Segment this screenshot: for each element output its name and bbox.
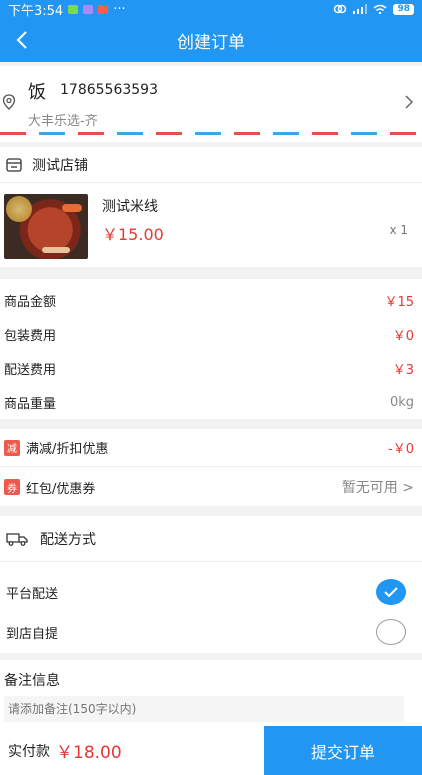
fee-label: 包装费用 xyxy=(4,328,57,344)
link-icon xyxy=(334,4,347,14)
fee-label: 商品重量 xyxy=(4,396,57,412)
more-notifications-icon: ··· xyxy=(113,1,126,17)
fee-label: 商品金额 xyxy=(4,294,57,310)
coupon-row[interactable]: 券 红包/优惠券 暂无可用 > xyxy=(0,468,422,506)
delivery-truck-icon xyxy=(6,532,28,546)
fee-label: 配送费用 xyxy=(4,362,57,378)
fee-row-packaging: 包装费用 ￥0 xyxy=(0,319,422,349)
recipient-name: 饭 xyxy=(28,82,46,103)
promo-label: 满减/折扣优惠 xyxy=(26,442,109,457)
coupon-label: 红包/优惠券 xyxy=(26,481,96,497)
checkout-bar: 实付款 ￥18.00 提交订单 xyxy=(0,726,422,775)
coupon-value: 暂无可用 > xyxy=(341,480,414,496)
fee-summary: 商品金额 ￥15 包装费用 ￥0 配送费用 ￥3 商品重量 0kg xyxy=(0,279,422,419)
shop-icon xyxy=(6,157,22,172)
total-label: 实付款 xyxy=(8,743,50,760)
fee-value: ￥15 xyxy=(384,294,414,310)
remark-label: 备注信息 xyxy=(4,673,60,689)
address-detail: 大丰乐选-齐 xyxy=(28,114,98,129)
mail-notification-icon xyxy=(98,4,109,14)
delivery-option-pickup[interactable]: 到店自提 xyxy=(0,612,422,652)
page-title: 创建订单 xyxy=(177,32,245,53)
remark-input[interactable] xyxy=(4,696,404,722)
signal-icon xyxy=(353,4,368,14)
option-label: 平台配送 xyxy=(6,586,59,602)
battery-level: 98 xyxy=(393,3,414,15)
total-amount: ￥18.00 xyxy=(56,743,122,763)
back-button[interactable] xyxy=(6,24,38,56)
address-envelope-stripe xyxy=(0,132,422,135)
nav-bar: 创建订单 xyxy=(0,18,422,62)
checkmark-icon xyxy=(384,587,398,597)
fee-row-goods: 商品金额 ￥15 xyxy=(0,285,422,315)
wifi-icon xyxy=(373,4,387,14)
shop-header: 测试店铺 xyxy=(0,147,422,183)
product-name: 测试米线 xyxy=(102,199,158,215)
delivery-title: 配送方式 xyxy=(40,531,96,548)
fee-row-delivery: 配送费用 ￥3 xyxy=(0,353,422,383)
fee-value: ￥3 xyxy=(392,362,414,378)
recipient-phone: 17865563593 xyxy=(60,82,158,98)
delivery-header: 配送方式 xyxy=(0,516,422,562)
gallery-notification-icon xyxy=(83,4,94,14)
product-image xyxy=(4,194,88,259)
option-label: 到店自提 xyxy=(6,626,59,642)
discount-section: 减 满减/折扣优惠 -￥0 券 红包/优惠券 暂无可用 > xyxy=(0,429,422,506)
chevron-left-icon xyxy=(16,31,27,49)
radio-unselected-icon[interactable] xyxy=(376,619,406,645)
address-card[interactable]: 饭 17865563593 大丰乐选-齐 xyxy=(0,66,422,142)
product-quantity: x 1 xyxy=(389,223,408,237)
delivery-section: 配送方式 平台配送 到店自提 xyxy=(0,516,422,653)
app-notification-icon xyxy=(68,4,79,14)
shop-card: 测试店铺 测试米线 ￥15.00 x 1 xyxy=(0,147,422,267)
location-pin-icon xyxy=(2,94,16,110)
fee-value: 0kg xyxy=(389,394,414,410)
radio-selected-icon[interactable] xyxy=(376,579,406,605)
fee-value: ￥0 xyxy=(392,328,414,344)
coupon-tag-icon: 券 xyxy=(4,479,20,495)
fee-row-weight: 商品重量 0kg xyxy=(0,387,422,417)
delivery-option-platform[interactable]: 平台配送 xyxy=(0,572,422,612)
status-bar: 下午3:54 ··· 98 xyxy=(0,0,422,19)
status-time: 下午3:54 xyxy=(8,3,64,19)
promo-row[interactable]: 减 满减/折扣优惠 -￥0 xyxy=(0,429,422,467)
remark-section: 备注信息 xyxy=(0,660,422,726)
chevron-right-icon xyxy=(405,95,414,109)
shop-name: 测试店铺 xyxy=(32,157,88,174)
product-price: ￥15.00 xyxy=(102,225,164,244)
submit-order-button[interactable]: 提交订单 xyxy=(264,726,422,775)
promo-value: -￥0 xyxy=(388,442,414,457)
discount-tag-icon: 减 xyxy=(4,439,20,456)
